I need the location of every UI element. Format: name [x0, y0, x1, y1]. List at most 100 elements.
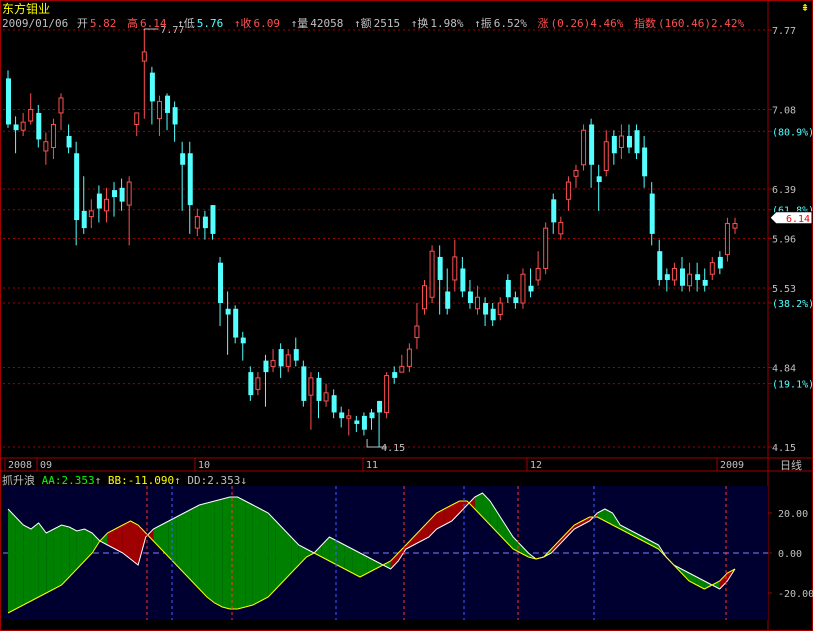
- candle-body: [392, 372, 398, 378]
- low-label: 低: [183, 17, 195, 30]
- candle-body: [88, 210, 94, 218]
- candle-body: [180, 153, 186, 165]
- ind-fill-segment: [15, 517, 24, 609]
- ind-fill-segment: [260, 509, 269, 601]
- candle-body: [13, 124, 19, 131]
- candle-body: [565, 181, 571, 200]
- indicator-name: 抓升浪: [2, 474, 35, 487]
- candle-body: [732, 223, 738, 229]
- date-axis-label: 09: [40, 460, 52, 471]
- candle-body: [467, 291, 473, 304]
- candle-body: [165, 95, 171, 113]
- candle-body: [475, 296, 481, 310]
- date-axis-label: 2009: [720, 460, 744, 471]
- index-value: (160.46)2.42%: [657, 17, 745, 30]
- current-price-label: 6.14: [786, 214, 810, 225]
- price-axis-label: 4.15: [772, 443, 796, 454]
- quote-bar: 2009/01/06 开 5.82 高 6.14 ↑低 5.76 ↑收 6.09 ↑量 4…: [2, 17, 745, 30]
- candle-body: [642, 147, 648, 177]
- candle-body: [679, 268, 685, 286]
- ind-fill-segment: [344, 545, 353, 573]
- candle-body: [134, 112, 140, 125]
- candle-body: [301, 366, 307, 401]
- candle-body: [513, 297, 519, 304]
- candle-body: [581, 129, 587, 166]
- candle-body: [210, 205, 216, 234]
- kline-chart[interactable]: 7.777.08(80.9%)6.39(61.8%)5.965.53(38.2%…: [0, 0, 813, 631]
- candle-body: [399, 365, 405, 373]
- ind-axis-label: 0.00: [778, 549, 802, 560]
- volume-label: 量: [297, 17, 309, 30]
- candle-body: [339, 412, 345, 419]
- close-value: 6.09: [253, 17, 280, 30]
- candle-body: [119, 187, 125, 202]
- ind-fill-segment: [130, 521, 139, 565]
- candle-body: [626, 135, 632, 148]
- candle-body: [671, 267, 677, 281]
- ind-fill-segment: [23, 525, 31, 605]
- candle-body: [316, 377, 322, 401]
- candle-body: [528, 285, 534, 292]
- candle-body: [6, 78, 11, 125]
- candle-body: [377, 400, 383, 413]
- price-axis-label: 7.08: [772, 105, 796, 116]
- candle-body: [354, 420, 360, 424]
- date-axis-label: 2008: [8, 460, 32, 471]
- close-label: 收: [240, 17, 252, 30]
- candle-body: [346, 415, 352, 419]
- ind-fill-segment: [222, 497, 230, 609]
- up-arrow-icon[interactable]: ⇞: [801, 0, 809, 15]
- candle-body: [634, 130, 640, 154]
- date-axis-label: 10: [198, 460, 210, 471]
- bb-label: BB:: [107, 474, 128, 487]
- candle-body: [225, 308, 231, 315]
- candle-body: [437, 256, 443, 280]
- ind-fill-segment: [229, 497, 238, 609]
- volume-value: 42058: [310, 17, 344, 30]
- candle-body: [422, 285, 428, 310]
- change-label: 涨: [537, 17, 549, 30]
- amount-label: 额: [360, 17, 372, 30]
- candle-body: [687, 273, 693, 287]
- candle-body: [126, 181, 132, 206]
- price-axis-label: 5.96: [772, 235, 796, 246]
- candle-body: [248, 372, 254, 396]
- candle-body: [535, 267, 541, 281]
- candle-body: [74, 153, 80, 221]
- price-axis-label: 6.39: [772, 185, 796, 196]
- candle-body: [490, 308, 496, 321]
- ind-fill-segment: [352, 549, 361, 577]
- candle-body: [573, 170, 579, 177]
- date-axis-label: 11: [366, 460, 378, 471]
- candle-body: [702, 279, 708, 286]
- candle-body: [406, 348, 412, 367]
- ind-axis-label: -20.00: [778, 589, 813, 600]
- ind-fill-segment: [176, 513, 185, 573]
- candle-body: [603, 141, 609, 172]
- candle-body: [293, 349, 299, 361]
- price-axis-label: (19.1%): [772, 380, 813, 391]
- price-axis-label: (80.9%): [772, 127, 813, 138]
- dd-value: 2.353: [207, 474, 241, 487]
- candle-body: [141, 51, 147, 62]
- ind-fill-segment: [38, 523, 47, 597]
- low-marker-label: 4.15: [381, 443, 405, 454]
- candle-body: [149, 72, 155, 102]
- amplitude-label: 振: [480, 17, 492, 30]
- candle-body: [81, 210, 87, 229]
- ind-fill-segment: [268, 513, 276, 597]
- price-axis-label: 4.84: [772, 364, 796, 375]
- candle-body: [618, 135, 624, 148]
- candle-body: [172, 107, 178, 125]
- indicator-label: 抓升浪 AA:2.353↑ BB:-11.090↑ DD:2.353↓: [2, 474, 247, 487]
- candle-body: [497, 302, 503, 316]
- candle-body: [717, 256, 723, 269]
- candle-body: [369, 412, 375, 419]
- high-value: 6.14: [139, 17, 167, 30]
- change-value: (0.26)4.46%: [550, 17, 624, 30]
- period-button[interactable]: 日线: [780, 458, 802, 472]
- candle-body: [202, 216, 208, 229]
- high-label: 高: [126, 17, 138, 30]
- candle-body: [156, 100, 162, 120]
- candle-body: [664, 274, 670, 280]
